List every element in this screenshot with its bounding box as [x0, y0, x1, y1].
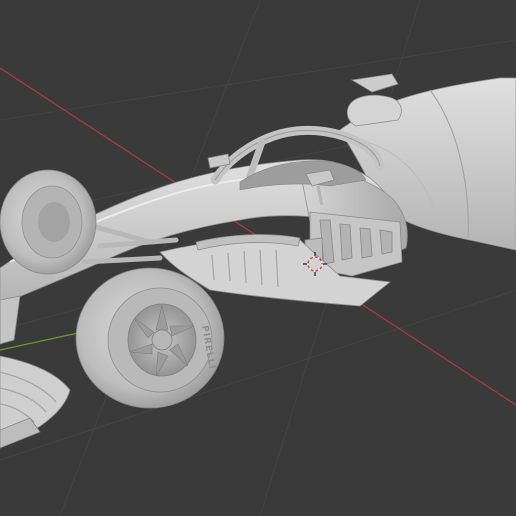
front-right-tire: PIRELLI	[75, 267, 225, 409]
front-left-tire	[0, 169, 97, 275]
roll-hoop-fin	[350, 73, 399, 93]
viewport-scene[interactable]: PIRELLI	[0, 0, 516, 516]
3d-viewport[interactable]: PIRELLI	[0, 0, 516, 516]
wheel-hub	[151, 329, 173, 351]
f1-car-model[interactable]: PIRELLI	[0, 73, 516, 449]
